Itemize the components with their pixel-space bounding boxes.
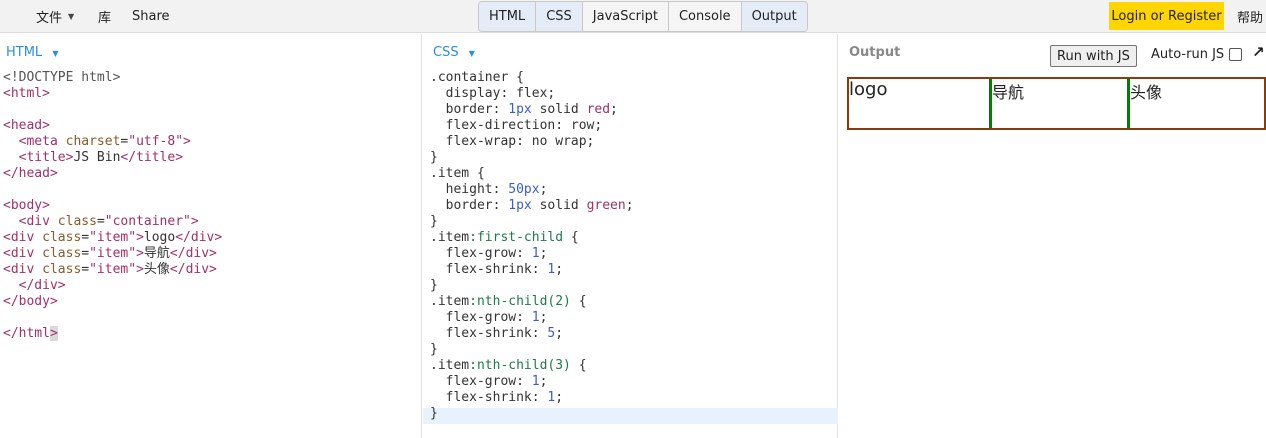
menu-share-label: Share bbox=[132, 9, 170, 24]
chevron-down-icon: ▼ bbox=[68, 12, 75, 21]
css-panel-title: CSS bbox=[433, 45, 459, 60]
output-panel: Output Run with JS Auto-run JS ↗ logo 导航… bbox=[839, 34, 1266, 438]
tab-css[interactable]: CSS bbox=[536, 2, 583, 31]
chevron-down-icon: ▼ bbox=[52, 49, 59, 58]
popout-icon[interactable]: ↗ bbox=[1252, 43, 1265, 61]
menu-library[interactable]: 库 bbox=[98, 0, 111, 33]
login-register-button[interactable]: Login or Register bbox=[1109, 2, 1224, 30]
panel-tabs: HTML CSS JavaScript Console Output bbox=[478, 1, 808, 32]
autorun-label: Auto-run JS bbox=[1151, 47, 1225, 62]
run-with-js-button[interactable]: Run with JS bbox=[1050, 45, 1137, 67]
css-panel: CSS ▼ .container { display: flex; border… bbox=[423, 34, 838, 438]
menu-file[interactable]: 文件 ▼ bbox=[36, 0, 74, 33]
autorun-checkbox[interactable] bbox=[1229, 48, 1243, 61]
tab-html[interactable]: HTML bbox=[479, 2, 537, 31]
html-panel-label[interactable]: HTML ▼ bbox=[6, 45, 58, 60]
autorun-toggle[interactable]: Auto-run JS bbox=[1151, 47, 1243, 62]
tab-console[interactable]: Console bbox=[668, 2, 742, 31]
output-item-logo: logo bbox=[849, 79, 990, 128]
html-editor[interactable]: <!DOCTYPE html> <html> <head> <meta char… bbox=[3, 70, 222, 342]
css-panel-label[interactable]: CSS ▼ bbox=[433, 45, 475, 60]
output-item-nav: 导航 bbox=[990, 79, 1128, 128]
tab-output[interactable]: Output bbox=[741, 2, 807, 31]
output-panel-label: Output bbox=[849, 45, 901, 60]
chevron-down-icon: ▼ bbox=[468, 49, 475, 58]
menu-share[interactable]: Share bbox=[132, 0, 170, 33]
menu-file-label: 文件 bbox=[36, 11, 63, 26]
top-bar: 文件 ▼ 库 Share HTML CSS JavaScript Console… bbox=[0, 0, 1266, 33]
help-link[interactable]: 帮助 bbox=[1237, 0, 1263, 33]
output-flex-container: logo 导航 头像 bbox=[847, 77, 1266, 130]
html-panel-title: HTML bbox=[6, 45, 43, 60]
css-editor[interactable]: .container { display: flex; border: 1px … bbox=[430, 70, 634, 422]
html-panel: HTML ▼ <!DOCTYPE html> <html> <head> <me… bbox=[0, 34, 422, 438]
output-item-avatar: 头像 bbox=[1128, 79, 1264, 128]
tab-javascript[interactable]: JavaScript bbox=[582, 2, 669, 31]
menu-library-label: 库 bbox=[98, 11, 112, 26]
